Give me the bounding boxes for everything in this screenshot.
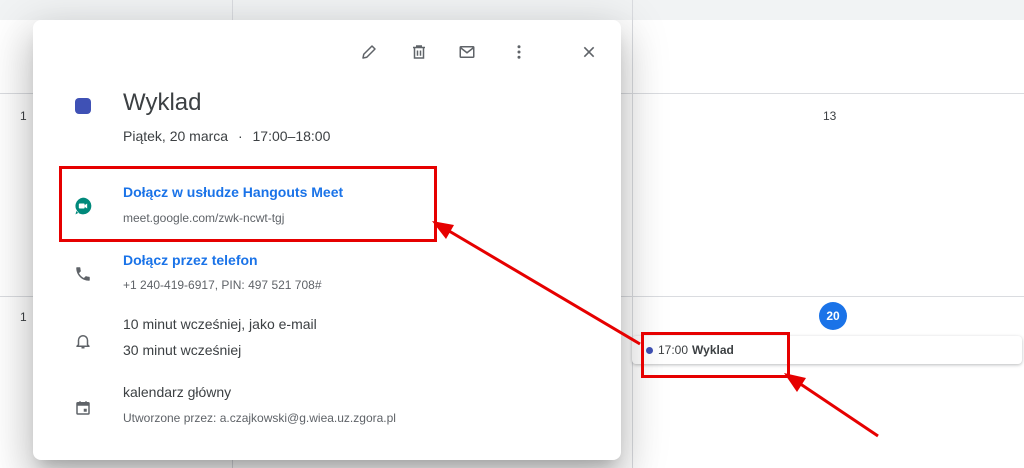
arrow-to-event	[795, 379, 879, 438]
annotation-arrows	[432, 221, 879, 438]
arrow-head	[432, 221, 454, 239]
arrow-head	[784, 373, 806, 392]
arrow-to-meet	[443, 226, 641, 346]
